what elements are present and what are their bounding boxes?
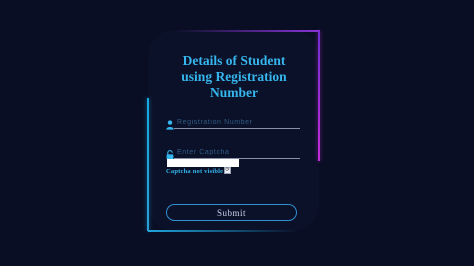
page: Details of Student using Registration Nu… [0, 0, 474, 266]
registration-input[interactable] [174, 117, 300, 129]
refresh-icon[interactable]: ⟳ [224, 167, 231, 174]
card-glow-left [147, 98, 149, 231]
card-glow-top [174, 30, 320, 32]
captcha-input[interactable] [174, 147, 300, 159]
form-title: Details of Student using Registration Nu… [181, 53, 287, 100]
card-glow-right [318, 31, 320, 161]
user-icon [166, 117, 174, 130]
captcha-not-visible-link[interactable]: Captcha not visible [166, 167, 223, 176]
card-glow-bottom [148, 230, 298, 232]
captcha-image [167, 159, 239, 167]
submit-button[interactable]: Submit [166, 204, 297, 221]
registration-field [166, 117, 300, 130]
lock-icon [166, 147, 174, 160]
